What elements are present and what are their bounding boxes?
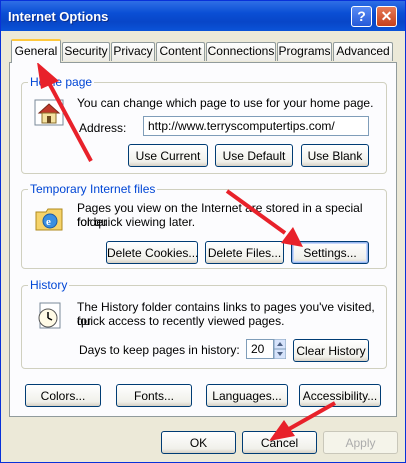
- annotation-arrow-settings: [225, 189, 303, 247]
- internet-options-window: Internet Options ? ✕ General Security Pr…: [0, 0, 406, 463]
- annotation-arrow-cancel: [269, 401, 336, 441]
- tab-general[interactable]: General: [11, 39, 61, 63]
- annotation-arrow-general: [37, 62, 93, 162]
- annotation-arrows: [37, 62, 336, 441]
